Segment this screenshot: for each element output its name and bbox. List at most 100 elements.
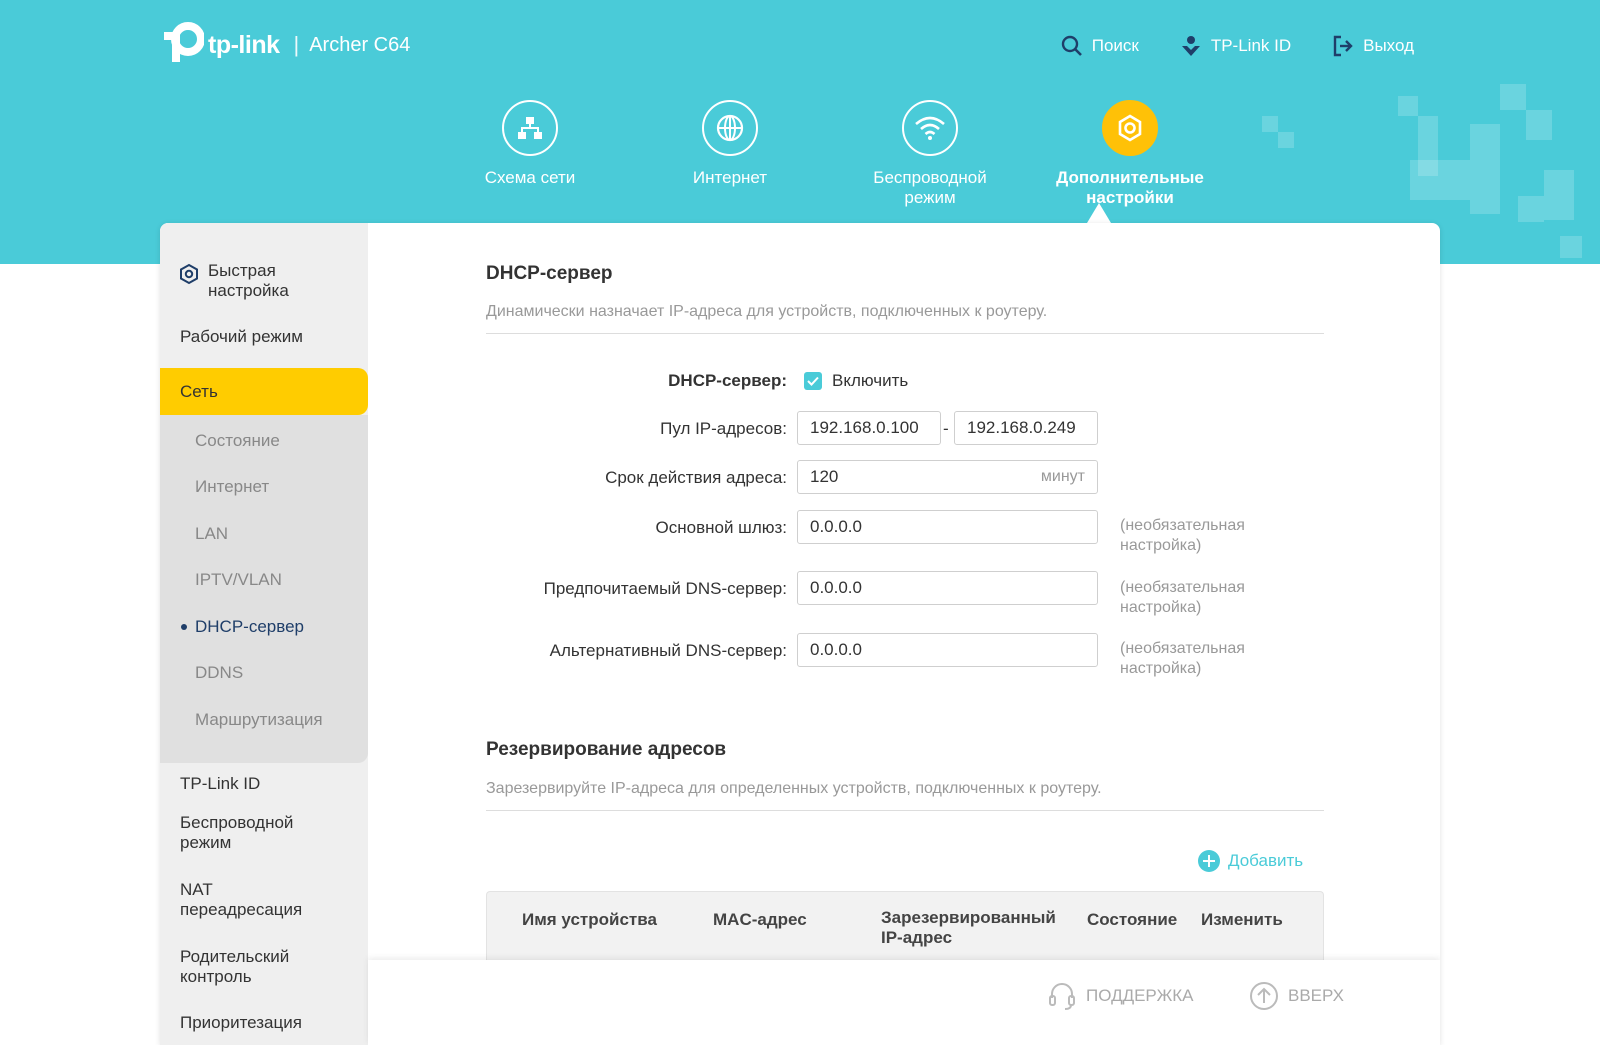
primary-dns-label: Предпочитаемый DNS-сервер: [543, 579, 787, 598]
reservation-table-header: Имя устройства MAC-адрес Зарезервированн… [486, 891, 1324, 971]
nav-network-map[interactable]: Схема сети [430, 100, 630, 208]
network-submenu: Состояние Интернет LAN IPTV/VLAN DHCP-се… [160, 415, 368, 763]
column-device-name: Имя устройства [522, 910, 657, 929]
tplink-id-link[interactable]: TP-Link ID [1179, 34, 1291, 58]
add-reservation-label: Добавить [1228, 851, 1304, 870]
primary-dns-value: 0.0.0.0 [810, 578, 862, 597]
footer-bar: ПОДДЕРЖКА ВВЕРХ [368, 960, 1440, 1045]
nav-advanced-line1: Дополнительные [1056, 168, 1204, 187]
column-status: Состояние [1087, 910, 1178, 929]
content-area: DHCP-сервер Динамически назначает IP-адр… [368, 223, 1440, 1045]
primary-dns-optional-hint: (необязательная настройка) [1120, 578, 1280, 618]
ip-pool-label: Пул IP-адресов: [660, 419, 787, 438]
active-nav-pointer [1087, 203, 1111, 223]
hint-line1: (необязательная [1120, 579, 1245, 596]
advanced-settings-icon [1102, 100, 1158, 156]
quick-setup-line2: настройка [208, 281, 289, 300]
tplink-logo[interactable]: tp-link | Archer C64 [158, 22, 410, 68]
dhcp-enable-label[interactable]: Включить [832, 371, 908, 391]
decor-pixel [1544, 170, 1574, 220]
dhcp-server-label: DHCP-сервер: [668, 371, 787, 390]
logo-separator: | [293, 32, 300, 57]
sidebar-item-parental[interactable]: Родительский контроль [160, 947, 368, 987]
hint-line2: настройка) [1120, 599, 1202, 616]
lease-time-unit: минут [1040, 468, 1085, 485]
column-mac: MAC-адрес [713, 910, 807, 929]
dhcp-section-title: DHCP-сервер [486, 263, 613, 284]
top-links: Поиск TP-Link ID Выход [1060, 34, 1414, 58]
ip-pool-dash: - [943, 419, 949, 438]
back-to-top-link[interactable]: ВВЕРХ [1248, 980, 1344, 1012]
sidebar-item-network[interactable]: Сеть [160, 368, 368, 415]
sidebar-item-operation-mode[interactable]: Рабочий режим [160, 327, 368, 347]
sidebar-item-qos[interactable]: Приоритезация [160, 1013, 368, 1033]
sidebar-parental-line2: контроль [180, 967, 252, 986]
ip-pool-end-value: 192.168.0.249 [967, 418, 1076, 437]
submenu-item-internet[interactable]: Интернет [195, 477, 269, 497]
column-reserved-ip-line2: IP-адрес [881, 928, 953, 947]
decor-pixel [1526, 110, 1552, 140]
hint-line1: (необязательная [1120, 517, 1245, 534]
add-reservation-button[interactable]: Добавить [1198, 850, 1303, 872]
hint-line2: настройка) [1120, 537, 1202, 554]
search-link[interactable]: Поиск [1060, 34, 1139, 58]
nav-advanced[interactable]: Дополнительные настройки [1030, 100, 1230, 208]
search-label: Поиск [1091, 36, 1139, 55]
submenu-item-dhcp[interactable]: DHCP-сервер [195, 617, 304, 637]
default-gateway-value: 0.0.0.0 [810, 517, 862, 536]
nav-wireless[interactable]: Беспроводной режим [830, 100, 1030, 208]
hint-line1: (необязательная [1120, 640, 1245, 657]
sidebar-item-quick-setup[interactable]: Быстрая настройка [160, 261, 368, 301]
model-name: Archer C64 [309, 33, 411, 56]
ip-pool-start-input[interactable]: 192.168.0.100 [797, 411, 941, 445]
nav-internet-label: Интернет [692, 168, 768, 187]
logout-link[interactable]: Выход [1331, 34, 1414, 58]
sidebar-wireless-line2: режим [180, 833, 232, 852]
column-reserved-ip: Зарезервированный IP-адрес [881, 908, 1056, 948]
support-label: ПОДДЕРЖКА [1086, 986, 1194, 1005]
default-gateway-input[interactable]: 0.0.0.0 [797, 510, 1098, 544]
decor-pixel [1398, 96, 1418, 116]
lease-time-label: Срок действия адреса: [605, 468, 787, 487]
logo-text: tp-link [208, 30, 280, 59]
sidebar-item-nat[interactable]: NAT переадресация [160, 880, 368, 920]
nav-network-map-label: Схема сети [484, 168, 576, 187]
sidebar-nat-line1: NAT [180, 880, 213, 899]
support-link[interactable]: ПОДДЕРЖКА [1046, 980, 1194, 1012]
dhcp-enable-checkbox[interactable] [804, 372, 822, 390]
plus-icon [1198, 850, 1220, 872]
nav-wireless-line1: Беспроводной [873, 168, 987, 187]
submenu-item-iptv[interactable]: IPTV/VLAN [195, 570, 282, 590]
hint-line2: настройка) [1120, 660, 1202, 677]
back-to-top-label: ВВЕРХ [1288, 986, 1344, 1005]
tplink-id-label: TP-Link ID [1210, 36, 1292, 55]
submenu-item-lan[interactable]: LAN [195, 524, 228, 544]
secondary-dns-input[interactable]: 0.0.0.0 [797, 633, 1098, 667]
secondary-dns-optional-hint: (необязательная настройка) [1120, 639, 1280, 679]
gateway-optional-hint: (необязательная настройка) [1120, 516, 1280, 556]
decor-pixel [1560, 236, 1582, 258]
decor-pixel [1500, 84, 1526, 110]
main-nav: Схема сети Интернет Беспроводной режим Д… [430, 100, 1230, 208]
sidebar-item-network-label: Сеть [180, 381, 218, 401]
decor-pixel [1262, 116, 1278, 132]
submenu-item-routing[interactable]: Маршрутизация [195, 710, 323, 730]
primary-dns-input[interactable]: 0.0.0.0 [797, 571, 1098, 605]
tplink-logo-icon [158, 22, 205, 68]
ip-pool-end-input[interactable]: 192.168.0.249 [954, 411, 1098, 445]
submenu-item-ddns[interactable]: DDNS [195, 663, 243, 683]
column-modify: Изменить [1201, 910, 1283, 929]
quick-setup-line1: Быстрая [208, 261, 276, 280]
sidebar-item-wireless[interactable]: Беспроводной режим [160, 813, 368, 853]
nav-internet[interactable]: Интернет [630, 100, 830, 208]
globe-icon [702, 100, 758, 156]
logout-label: Выход [1363, 36, 1414, 55]
sidebar-item-tplink-id[interactable]: TP-Link ID [160, 774, 368, 794]
headset-icon [1049, 983, 1075, 1010]
submenu-item-status[interactable]: Состояние [195, 431, 280, 451]
lease-time-value: 120 [810, 467, 839, 486]
tplink-id-icon [1181, 36, 1200, 56]
lease-time-input[interactable]: 120 минут [797, 460, 1098, 494]
decor-pixel [1470, 124, 1500, 214]
quick-setup-icon [180, 263, 198, 285]
